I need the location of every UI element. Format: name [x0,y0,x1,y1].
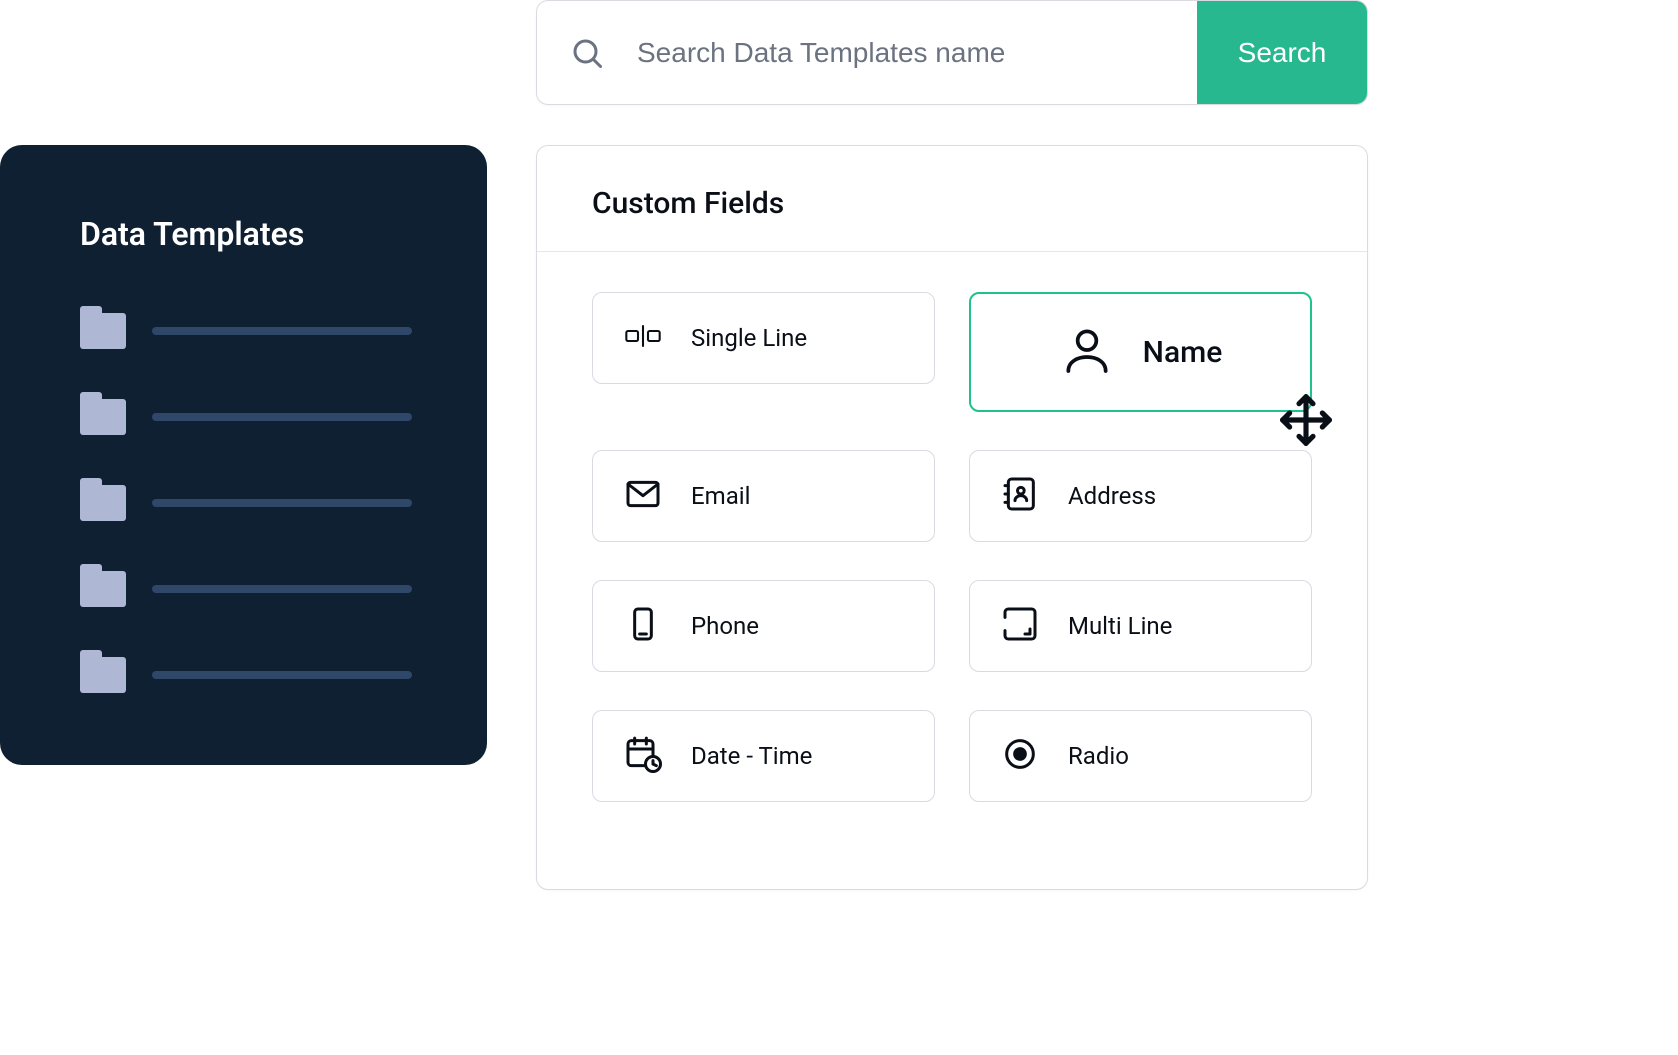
mail-icon [623,474,663,518]
sidebar-item-placeholder [152,327,412,335]
folder-icon [80,657,126,693]
sidebar-item-placeholder [152,413,412,421]
sidebar-item[interactable] [80,399,427,435]
search-icon [537,35,637,71]
calendar-clock-icon [623,734,663,778]
sidebar-item-placeholder [152,499,412,507]
sidebar-item-placeholder [152,671,412,679]
panel-title: Custom Fields [592,186,1312,221]
address-book-icon [1000,474,1040,518]
field-multi-line[interactable]: Multi Line [969,580,1312,672]
field-phone[interactable]: Phone [592,580,935,672]
folder-icon [80,399,126,435]
folder-icon [80,571,126,607]
field-label: Address [1068,482,1156,510]
field-label: Phone [691,612,759,640]
radio-icon [1000,734,1040,778]
search-bar: Search [536,0,1368,105]
field-label: Date - Time [691,742,812,770]
sidebar-item-placeholder [152,585,412,593]
phone-icon [623,604,663,648]
field-label: Name [1143,335,1223,370]
field-email[interactable]: Email [592,450,935,542]
field-radio[interactable]: Radio [969,710,1312,802]
multiline-icon [1000,604,1040,648]
panel-body: Single Line Name Email [537,252,1367,842]
sidebar-item[interactable] [80,571,427,607]
field-label: Radio [1068,742,1129,770]
field-date-time[interactable]: Date - Time [592,710,935,802]
panel-header: Custom Fields [537,146,1367,252]
custom-fields-panel: Custom Fields Single Line Name [536,145,1368,890]
sidebar-item[interactable] [80,313,427,349]
field-address[interactable]: Address [969,450,1312,542]
sidebar-title: Data Templates [80,215,427,253]
sidebar: Data Templates [0,145,487,765]
sidebar-item[interactable] [80,657,427,693]
search-button[interactable]: Search [1197,1,1367,104]
field-name[interactable]: Name [969,292,1312,412]
folder-icon [80,485,126,521]
sidebar-item[interactable] [80,485,427,521]
field-label: Single Line [691,324,807,352]
field-label: Email [691,482,750,510]
field-label: Multi Line [1068,612,1172,640]
folder-icon [80,313,126,349]
user-icon [1059,322,1115,382]
text-cursor-icon [623,316,663,360]
field-single-line[interactable]: Single Line [592,292,935,384]
search-input[interactable] [637,37,1197,69]
